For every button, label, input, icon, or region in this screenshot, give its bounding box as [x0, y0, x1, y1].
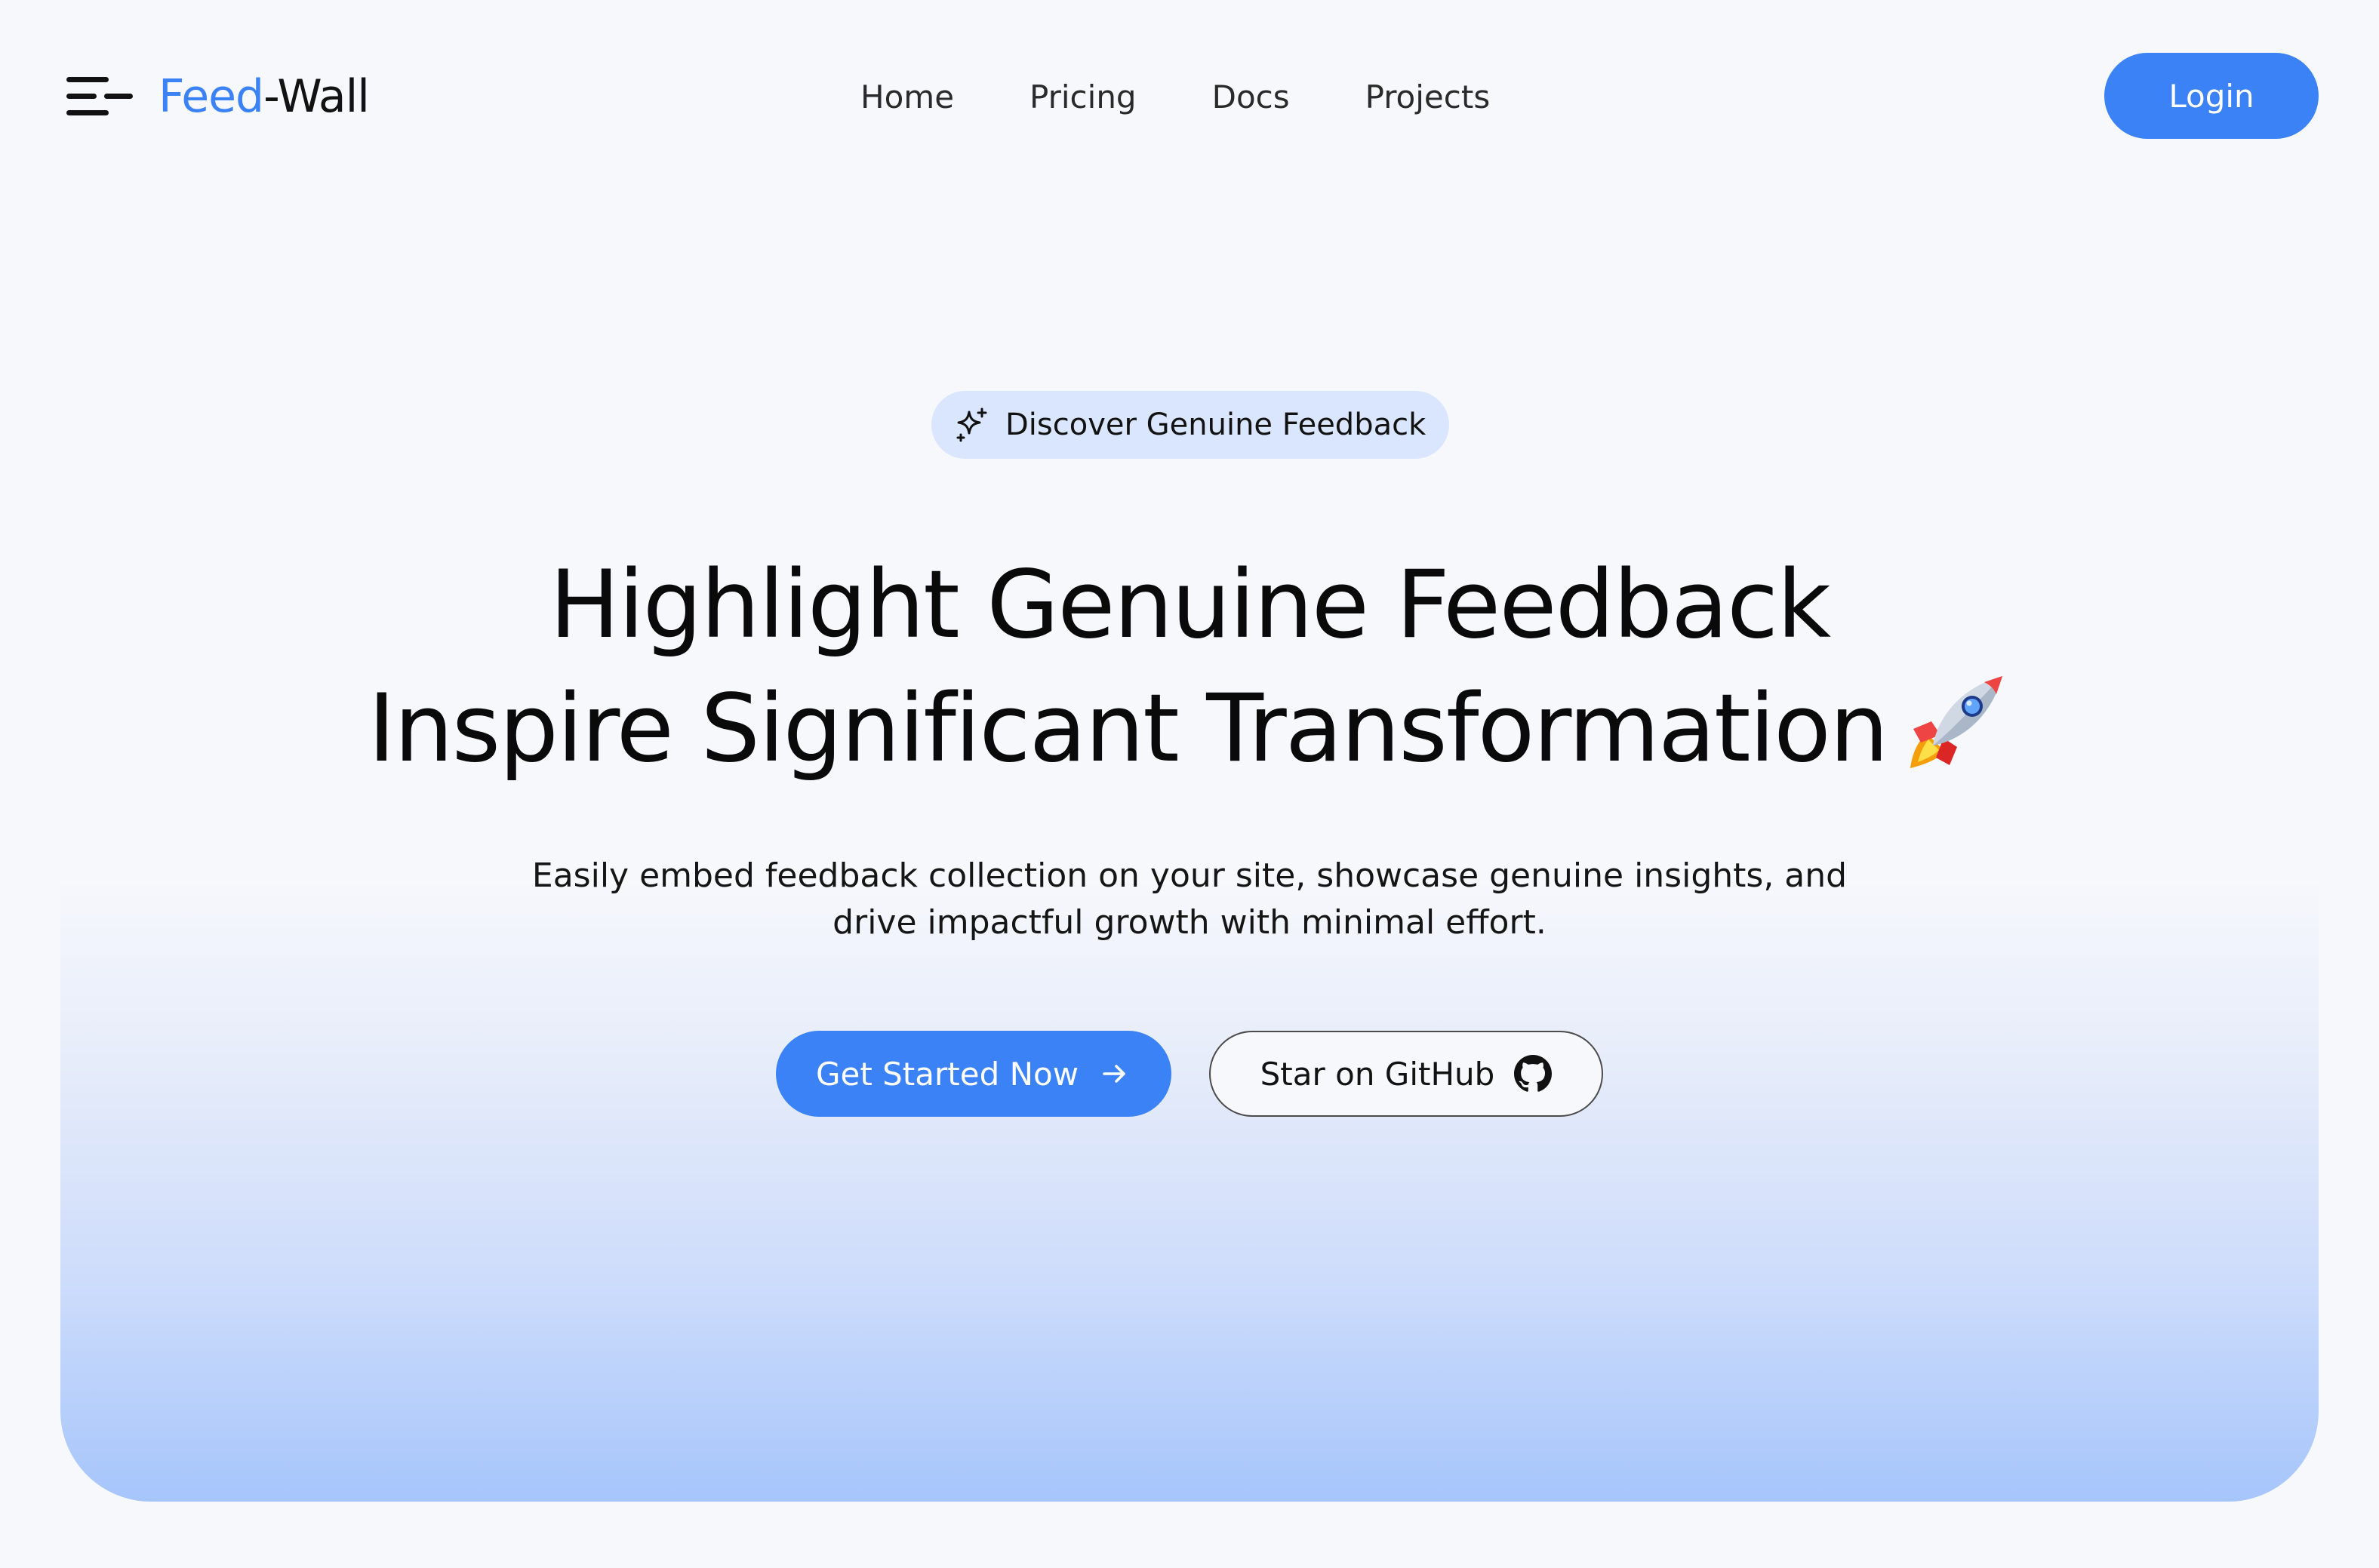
sparkles-icon — [956, 407, 987, 442]
subtitle-line-1: Easily embed feedback collection on your… — [531, 856, 1848, 895]
landing-page: Feed-Wall Home Pricing Docs Projects Log… — [0, 0, 2379, 1568]
nav-item-docs[interactable]: Docs — [1212, 78, 1290, 115]
star-on-github-label: Star on GitHub — [1260, 1055, 1495, 1093]
arrow-right-icon — [1103, 1065, 1125, 1083]
hero-subtitle: Easily embed feedback collection on your… — [0, 853, 2379, 946]
hero-headline: Highlight Genuine Feedback Inspire Signi… — [0, 543, 2379, 791]
hamburger-menu-icon[interactable] — [66, 75, 134, 118]
headline-line-1: Highlight Genuine Feedback — [549, 551, 1831, 659]
brand-name: Feed-Wall — [158, 74, 370, 119]
badge-text: Discover Genuine Feedback — [1005, 407, 1426, 442]
main-nav: Home Pricing Docs Projects — [860, 69, 1490, 124]
brand-name-accent: Feed — [158, 70, 264, 123]
site-header: Feed-Wall Home Pricing Docs Projects Log… — [0, 0, 2379, 193]
nav-item-home[interactable]: Home — [860, 78, 954, 115]
star-on-github-button[interactable]: Star on GitHub — [1209, 1031, 1603, 1117]
rocket-icon — [1910, 675, 2002, 768]
get-started-button[interactable]: Get Started Now — [776, 1031, 1171, 1117]
github-icon — [1514, 1055, 1553, 1092]
hero-gradient-panel — [60, 875, 2319, 1502]
hero-badge: Discover Genuine Feedback — [931, 391, 1449, 459]
get-started-label: Get Started Now — [815, 1055, 1079, 1093]
login-button[interactable]: Login — [2104, 53, 2319, 139]
brand-name-rest: -Wall — [263, 70, 370, 123]
headline-line-2: Inspire Significant Transformation — [0, 667, 2379, 791]
headline-line-2-text: Inspire Significant Transformation — [368, 675, 1889, 783]
subtitle-line-2: drive impactful growth with minimal effo… — [832, 903, 1547, 942]
brand[interactable]: Feed-Wall — [66, 66, 370, 127]
nav-item-projects[interactable]: Projects — [1365, 78, 1491, 115]
nav-item-pricing[interactable]: Pricing — [1029, 78, 1137, 115]
